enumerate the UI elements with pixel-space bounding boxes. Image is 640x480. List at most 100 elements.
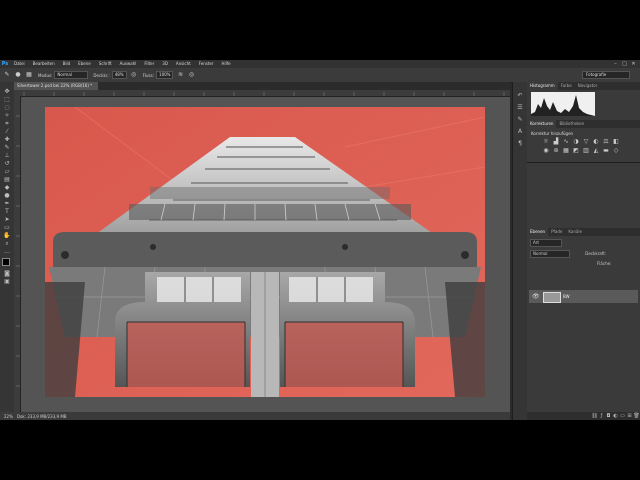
brightness-icon[interactable]: ☼ bbox=[541, 138, 551, 145]
lasso-tool-icon[interactable]: ◌ bbox=[3, 104, 11, 111]
delete-layer-icon[interactable]: 🗑 bbox=[633, 412, 640, 420]
canvas-area[interactable] bbox=[21, 97, 510, 414]
adjustments-panel: Korrekturen Bibliotheken Korrektur hinzu… bbox=[527, 120, 640, 163]
quick-select-tool-icon[interactable]: ✧ bbox=[3, 112, 11, 119]
minimize-button[interactable]: – bbox=[611, 60, 620, 68]
new-group-icon[interactable]: ▭ bbox=[619, 412, 626, 420]
flow-field[interactable]: 100% bbox=[156, 71, 174, 79]
eyedropper-tool-icon[interactable]: ⁄ bbox=[3, 128, 11, 135]
tab-libraries[interactable]: Bibliotheken bbox=[556, 120, 587, 128]
menu-ebene[interactable]: Ebene bbox=[74, 60, 95, 68]
menu-datei[interactable]: Datei bbox=[10, 60, 29, 68]
photo-filter-icon[interactable]: ◉ bbox=[541, 147, 551, 154]
eraser-tool-icon[interactable]: ▱ bbox=[3, 168, 11, 175]
vibrance-icon[interactable]: ▽ bbox=[581, 138, 591, 145]
tab-layers[interactable]: Ebenen bbox=[527, 228, 549, 236]
photoshop-logo: Ps bbox=[1, 61, 9, 67]
levels-icon[interactable]: ▟ bbox=[551, 138, 561, 145]
character-panel-icon[interactable]: A bbox=[516, 128, 524, 136]
threshold-icon[interactable]: ◭ bbox=[591, 147, 601, 154]
maximize-button[interactable]: □ bbox=[620, 60, 629, 68]
healing-tool-icon[interactable]: ✚ bbox=[3, 136, 11, 143]
workspace-select[interactable]: Fotografie bbox=[582, 71, 630, 79]
pressure-opacity-icon[interactable]: ◎ bbox=[130, 71, 138, 79]
menu-bearbeiten[interactable]: Bearbeiten bbox=[29, 60, 59, 68]
tab-adjustments[interactable]: Korrekturen bbox=[527, 120, 557, 128]
type-tool-icon[interactable]: T bbox=[3, 208, 11, 215]
quick-mask-icon[interactable]: ◙ bbox=[3, 270, 11, 277]
brush-preset-icon[interactable]: ● bbox=[14, 71, 22, 79]
menu-auswahl[interactable]: Auswahl bbox=[116, 60, 141, 68]
layer-kind-filter[interactable]: Art bbox=[530, 239, 562, 247]
marquee-tool-icon[interactable]: ⬚ bbox=[3, 96, 11, 103]
document-tab[interactable]: Silvertower 2.psd bei 22% (RGB/16) * bbox=[14, 82, 99, 90]
mode-select[interactable]: Normal bbox=[54, 71, 89, 79]
exposure-icon[interactable]: ◑ bbox=[571, 138, 581, 145]
shape-tool-icon[interactable]: ▭ bbox=[3, 224, 11, 231]
menu-bild[interactable]: Bild bbox=[59, 60, 75, 68]
invert-icon[interactable]: ◩ bbox=[571, 147, 581, 154]
close-button[interactable]: ✕ bbox=[629, 60, 638, 68]
gradient-map-icon[interactable]: ▬ bbox=[601, 147, 611, 154]
layer-style-icon[interactable]: ƒ bbox=[598, 412, 605, 420]
blur-tool-icon[interactable]: ◆ bbox=[3, 184, 11, 191]
screen-mode-icon[interactable]: ▣ bbox=[3, 278, 11, 285]
color-balance-icon[interactable]: ⚖ bbox=[601, 138, 611, 145]
layer-row[interactable]: 👁 BW bbox=[529, 290, 638, 303]
selective-color-icon[interactable]: ◇ bbox=[611, 147, 621, 154]
black-white-icon[interactable]: ◧ bbox=[611, 138, 621, 145]
brush-panel-icon-strip[interactable]: ✎ bbox=[516, 116, 524, 124]
horizontal-ruler[interactable] bbox=[14, 90, 510, 97]
channel-mixer-icon[interactable]: ⊛ bbox=[551, 147, 561, 154]
menu-3d[interactable]: 3D bbox=[158, 60, 172, 68]
brush-tool-icon[interactable]: ✎ bbox=[3, 71, 11, 79]
menu-filter[interactable]: Filter bbox=[140, 60, 158, 68]
curves-icon[interactable]: ∿ bbox=[561, 138, 571, 145]
zoom-tool-icon[interactable]: ⌕ bbox=[3, 240, 11, 247]
new-layer-icon[interactable]: ⊞ bbox=[626, 412, 633, 420]
brush-panel-icon[interactable]: ▦ bbox=[25, 71, 33, 79]
path-select-icon[interactable]: ➤ bbox=[3, 216, 11, 223]
histogram-graph bbox=[531, 92, 595, 116]
crop-tool-icon[interactable]: ⌗ bbox=[3, 120, 11, 127]
hue-saturation-icon[interactable]: ◐ bbox=[591, 138, 601, 145]
dodge-tool-icon[interactable]: ● bbox=[3, 192, 11, 199]
link-layers-icon[interactable]: ⛓ bbox=[591, 412, 598, 420]
move-tool-icon[interactable]: ✥ bbox=[3, 88, 11, 95]
collapsed-panel-strip: ↶ ☰ ✎ A ¶ bbox=[512, 82, 527, 420]
blend-mode-select[interactable]: Normal bbox=[530, 250, 570, 258]
airbrush-icon[interactable]: ≋ bbox=[176, 71, 184, 79]
tab-color[interactable]: Farbe bbox=[558, 82, 575, 90]
document-image[interactable] bbox=[45, 107, 485, 397]
stamp-tool-icon[interactable]: ⊥ bbox=[3, 152, 11, 159]
foreground-color-swatch[interactable] bbox=[2, 258, 10, 266]
vertical-ruler[interactable] bbox=[14, 96, 21, 414]
opacity-field[interactable]: 48% bbox=[111, 71, 127, 79]
tab-channels[interactable]: Kanäle bbox=[565, 228, 585, 236]
history-brush-icon[interactable]: ↺ bbox=[3, 160, 11, 167]
history-panel-icon[interactable]: ↶ bbox=[516, 92, 524, 100]
gradient-tool-icon[interactable]: ▤ bbox=[3, 176, 11, 183]
more-tools-icon[interactable]: … bbox=[3, 248, 11, 255]
hand-tool-icon[interactable]: ✋ bbox=[3, 232, 11, 239]
properties-panel-icon[interactable]: ☰ bbox=[516, 104, 524, 112]
pen-tool-icon[interactable]: ✒ bbox=[3, 200, 11, 207]
color-lookup-icon[interactable]: ▦ bbox=[561, 147, 571, 154]
posterize-icon[interactable]: ▥ bbox=[581, 147, 591, 154]
visibility-eye-icon[interactable]: 👁 bbox=[532, 293, 540, 300]
menu-ansicht[interactable]: Ansicht bbox=[172, 60, 195, 68]
brush-icon[interactable]: ✎ bbox=[3, 144, 11, 151]
add-mask-icon[interactable]: ◘ bbox=[605, 412, 612, 420]
menu-schrift[interactable]: Schrift bbox=[95, 60, 116, 68]
tab-navigator[interactable]: Navigator bbox=[575, 82, 601, 90]
adjustments-tabs: Korrekturen Bibliotheken bbox=[527, 120, 640, 128]
zoom-level[interactable]: 22% bbox=[4, 414, 13, 419]
new-adjustment-icon[interactable]: ◐ bbox=[612, 412, 619, 420]
pressure-size-icon[interactable]: ◎ bbox=[187, 71, 195, 79]
menu-fenster[interactable]: Fenster bbox=[195, 60, 218, 68]
paragraph-panel-icon[interactable]: ¶ bbox=[516, 140, 524, 148]
menu-hilfe[interactable]: Hilfe bbox=[218, 60, 235, 68]
tab-paths[interactable]: Pfade bbox=[548, 228, 565, 236]
layer-name[interactable]: BW bbox=[563, 294, 570, 299]
tab-histogram[interactable]: Histogramm bbox=[527, 82, 558, 90]
